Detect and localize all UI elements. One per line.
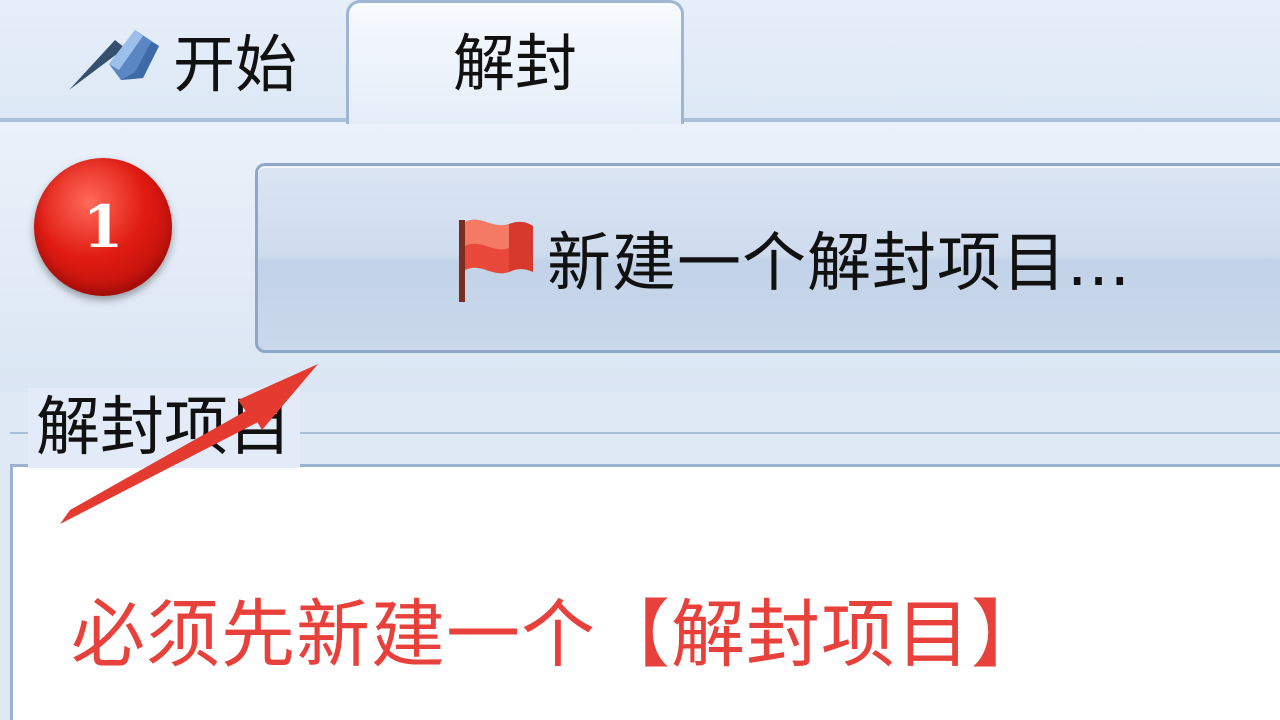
tab-unseal[interactable]: 解封 (346, 0, 684, 124)
tab-start[interactable]: 开始 (30, 0, 330, 118)
hint-text: 必须先新建一个【解封项目】 (71, 592, 1046, 678)
new-unseal-project-button[interactable]: 新建一个解封项目... (255, 163, 1280, 353)
tab-start-label: 开始 (172, 28, 297, 101)
project-group-title: 解封项目 (28, 388, 300, 468)
tab-strip: 开始 解封 (0, 0, 1280, 124)
pen-icon (63, 24, 161, 94)
tab-unseal-label: 解封 (452, 26, 577, 100)
step-number: 1 (82, 193, 124, 261)
flag-icon (453, 212, 537, 304)
project-list-panel[interactable]: 必须先新建一个【解封项目】 (10, 464, 1280, 720)
new-project-label: 新建一个解封项目... (547, 227, 1132, 301)
step-badge: 1 (34, 158, 172, 296)
